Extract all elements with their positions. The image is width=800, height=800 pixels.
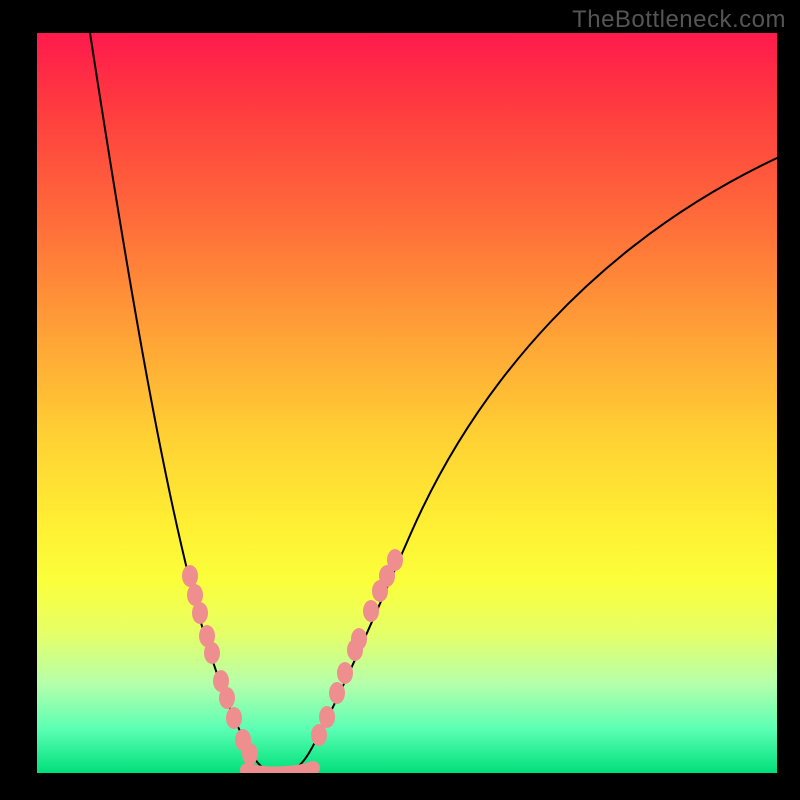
curve-left-curve <box>90 33 281 773</box>
data-point-left-2 <box>192 602 208 624</box>
plot-area <box>37 33 777 773</box>
data-point-left-7 <box>226 707 242 729</box>
chart-svg <box>37 33 777 773</box>
data-point-left-9 <box>242 743 258 765</box>
data-point-right-1 <box>319 706 335 728</box>
data-point-right-2 <box>329 682 345 704</box>
data-point-right-5 <box>351 628 367 650</box>
data-point-left-0 <box>182 565 198 587</box>
data-point-right-9 <box>387 549 403 571</box>
data-point-right-6 <box>363 600 379 622</box>
data-point-left-4 <box>204 642 220 664</box>
data-point-right-3 <box>337 662 353 684</box>
curve-green-floor <box>247 768 313 773</box>
watermark-text: TheBottleneck.com <box>572 6 786 34</box>
chart-frame: TheBottleneck.com <box>0 0 800 800</box>
curve-right-curve <box>281 158 777 773</box>
data-point-left-6 <box>219 687 235 709</box>
